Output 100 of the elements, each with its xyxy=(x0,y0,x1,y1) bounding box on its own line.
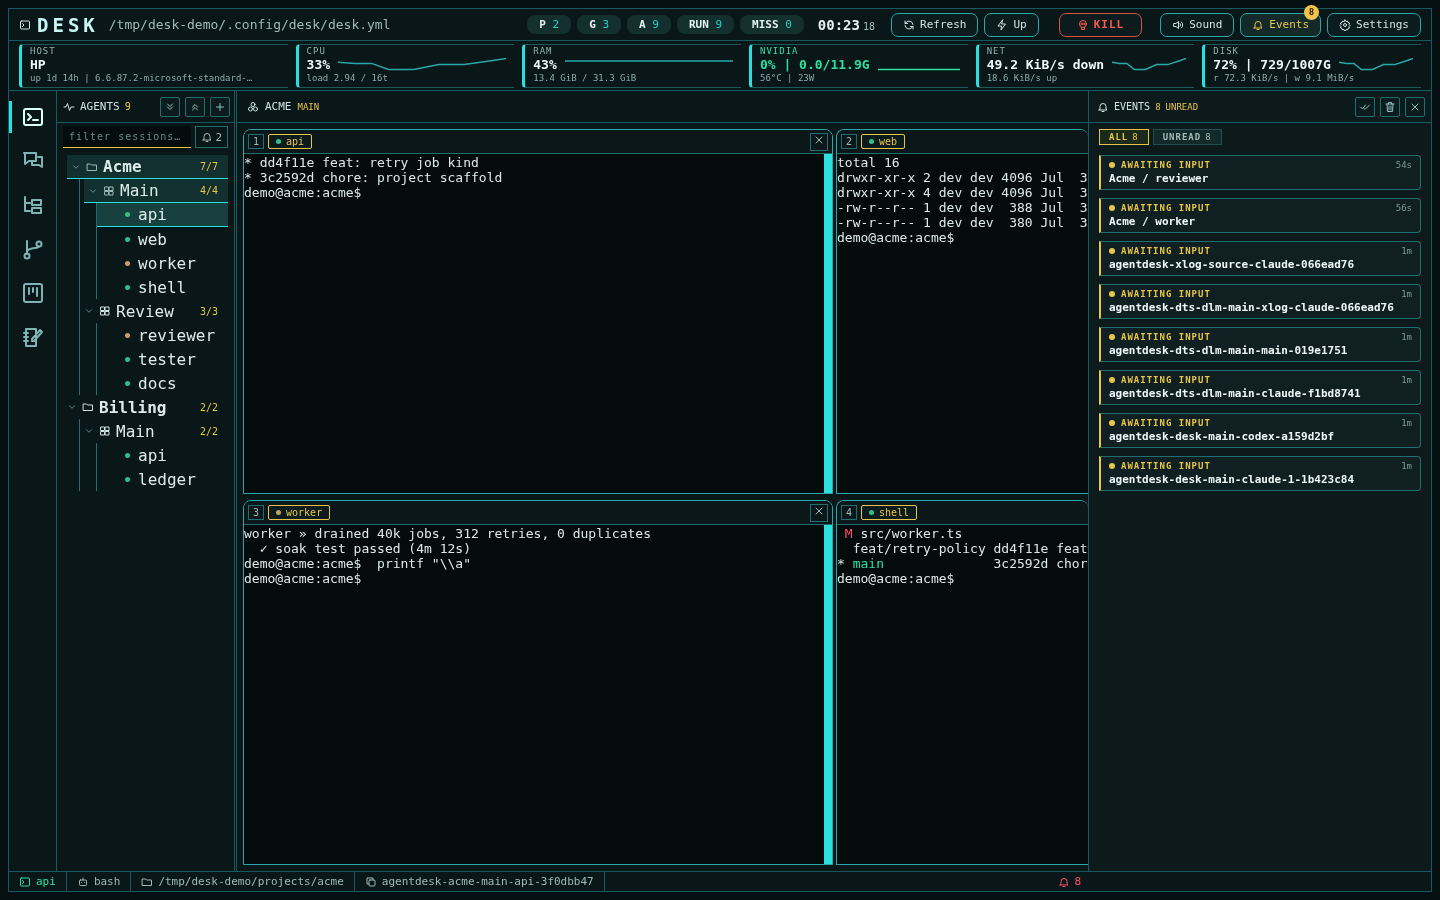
clear-button[interactable] xyxy=(1380,96,1400,117)
stat-detail: load 2.94 / 16t xyxy=(306,72,389,84)
event-title: agentdesk-xlog-source-claude-066ead76 xyxy=(1109,258,1356,271)
tree-item[interactable]: api xyxy=(97,443,228,467)
close-button[interactable] xyxy=(810,503,828,522)
grid-icon xyxy=(99,305,111,317)
sound-button[interactable]: Sound xyxy=(1160,12,1235,37)
tree-item[interactable]: web xyxy=(97,227,228,251)
tree-item[interactable]: ledger xyxy=(97,467,228,491)
tree-item[interactable]: Billing 2/2 xyxy=(63,395,228,419)
collapse-all-button[interactable] xyxy=(185,96,205,117)
kill-button[interactable]: KILL xyxy=(1058,12,1143,37)
event-status: AWAITING INPUT xyxy=(1109,375,1402,385)
folder-icon xyxy=(82,401,94,413)
terminal-line: demo@acme:acme$ xyxy=(244,185,363,200)
plus-icon xyxy=(214,100,226,113)
event-card[interactable]: AWAITING INPUT 1m agentdesk-dts-dlm-main-xlog-claude-066ead76 xyxy=(1099,284,1421,319)
close-button[interactable] xyxy=(1405,96,1425,117)
filter-tab[interactable]: UNREAD 8 xyxy=(1152,129,1222,145)
scrollbar[interactable] xyxy=(824,525,832,864)
status-item: bash xyxy=(66,872,132,891)
agent-count: 9 xyxy=(124,101,131,112)
event-title: Acme / worker xyxy=(1109,215,1197,228)
event-time: 1m xyxy=(1401,246,1412,256)
event-card[interactable]: AWAITING INPUT 1m agentdesk-dts-dlm-main-claude-f1bd8741 xyxy=(1099,370,1421,405)
terminal-line: -rw-r--r-- 1 dev dev 388 Jul 3 xyxy=(837,200,1088,215)
bell-icon xyxy=(201,131,214,143)
tree-item[interactable]: Acme 7/7 xyxy=(67,155,228,179)
session-count: 7/7 xyxy=(199,161,218,172)
event-title: agentdesk-dts-dlm-main-xlog-claude-066ead76 xyxy=(1109,301,1395,314)
alert-count: 8 xyxy=(1058,875,1431,888)
panel-title: EVENTS xyxy=(1114,101,1151,112)
expand-all-button[interactable] xyxy=(160,96,180,117)
copy-icon xyxy=(364,875,377,888)
terminal-line: * 3c2592d chore: project scaffold xyxy=(244,170,504,185)
tree-item[interactable]: Main 4/4 xyxy=(84,179,228,203)
event-time: 54s xyxy=(1395,160,1412,170)
chevron-down-icon xyxy=(67,402,77,412)
session-count: 2/2 xyxy=(199,425,218,437)
stat-value: 49.2 KiB/s down xyxy=(986,55,1105,73)
event-card[interactable]: AWAITING INPUT 1m agentdesk-desk-main-codex-a159d2bf xyxy=(1099,413,1421,448)
filter-field[interactable]: filter sessions… xyxy=(63,126,192,148)
pane-tab[interactable]: web xyxy=(861,134,906,149)
chevron-down-icon xyxy=(84,306,94,316)
terminal-line: * dd4f11e feat: retry job kind xyxy=(244,155,480,170)
stat-label: NVIDIA xyxy=(759,45,800,56)
stat-detail: up 1d 14h | 6.6.87.2-microsoft-standard-… xyxy=(30,72,254,84)
add-button[interactable] xyxy=(210,96,230,117)
terminal-icon xyxy=(19,875,31,888)
tree-item[interactable]: docs xyxy=(97,371,228,395)
up-button[interactable]: Up xyxy=(984,12,1039,37)
rail-button[interactable] xyxy=(20,325,45,349)
terminal-line: * main 3c2592d chor xyxy=(837,556,1088,571)
trash-icon xyxy=(1384,100,1396,113)
event-card[interactable]: AWAITING INPUT 1m agentdesk-dts-dlm-main-main-019e1751 xyxy=(1099,327,1421,362)
pane-tab[interactable]: shell xyxy=(861,505,918,520)
event-card[interactable]: AWAITING INPUT 54s Acme / reviewer xyxy=(1099,155,1421,190)
event-status: AWAITING INPUT xyxy=(1109,160,1396,170)
stat-label: CPU xyxy=(306,45,327,56)
status-item: api xyxy=(9,872,67,891)
bell-icon xyxy=(1252,18,1265,31)
selection-indicator xyxy=(8,101,12,133)
mark-read-button[interactable] xyxy=(1355,96,1375,117)
cluster-icon xyxy=(247,100,259,113)
pulse-icon xyxy=(63,100,75,113)
status-item: /tmp/desk-demo/projects/acme xyxy=(131,872,355,891)
tree-item[interactable]: api xyxy=(97,203,228,227)
stat-label: RAM xyxy=(533,45,554,56)
event-time: 1m xyxy=(1401,375,1412,385)
pane-tab[interactable]: worker xyxy=(268,505,331,520)
event-time: 1m xyxy=(1401,289,1412,299)
event-card[interactable]: AWAITING INPUT 56s Acme / worker xyxy=(1099,198,1421,233)
grid-icon xyxy=(103,184,115,197)
scrollbar[interactable] xyxy=(824,154,832,493)
stat-label: DISK xyxy=(1213,45,1241,56)
close-button[interactable] xyxy=(810,132,828,151)
stat-detail: 13.4 GiB / 31.3 GiB xyxy=(533,72,638,84)
clock: 00:23 18 xyxy=(817,16,876,33)
notifications-button[interactable]: 2 xyxy=(195,126,228,148)
terminal-line: demo@acme:acme$ printf "\\a" xyxy=(244,556,472,571)
stat-label: HOST xyxy=(30,45,57,56)
settings-icon xyxy=(1339,18,1351,31)
lightning-icon xyxy=(996,18,1009,31)
tree-item[interactable]: worker xyxy=(97,251,228,275)
tree-item[interactable]: reviewer xyxy=(97,323,228,347)
event-card[interactable]: AWAITING INPUT 1m agentdesk-xlog-source-claude-066ead76 xyxy=(1099,241,1421,276)
refresh-button[interactable]: Refresh xyxy=(891,12,979,37)
counter-chip: MISS 0 xyxy=(740,15,804,34)
filter-tab[interactable]: ALL 8 xyxy=(1099,129,1149,145)
grid-icon xyxy=(99,425,111,437)
event-card[interactable]: AWAITING INPUT 1m agentdesk-desk-main-claude-1-1b423c84 xyxy=(1099,456,1421,491)
close-icon xyxy=(813,505,825,517)
tree-item[interactable]: Main 2/2 xyxy=(80,419,228,443)
tree-item[interactable]: Review 3/3 xyxy=(80,299,228,323)
rail-button[interactable] xyxy=(20,281,45,305)
tree-item[interactable]: tester xyxy=(97,347,228,371)
tree-item[interactable]: shell xyxy=(97,275,228,299)
pane-tab[interactable]: api xyxy=(268,134,313,149)
settings-button[interactable]: Settings xyxy=(1327,12,1421,37)
speaker-icon xyxy=(1172,18,1185,31)
